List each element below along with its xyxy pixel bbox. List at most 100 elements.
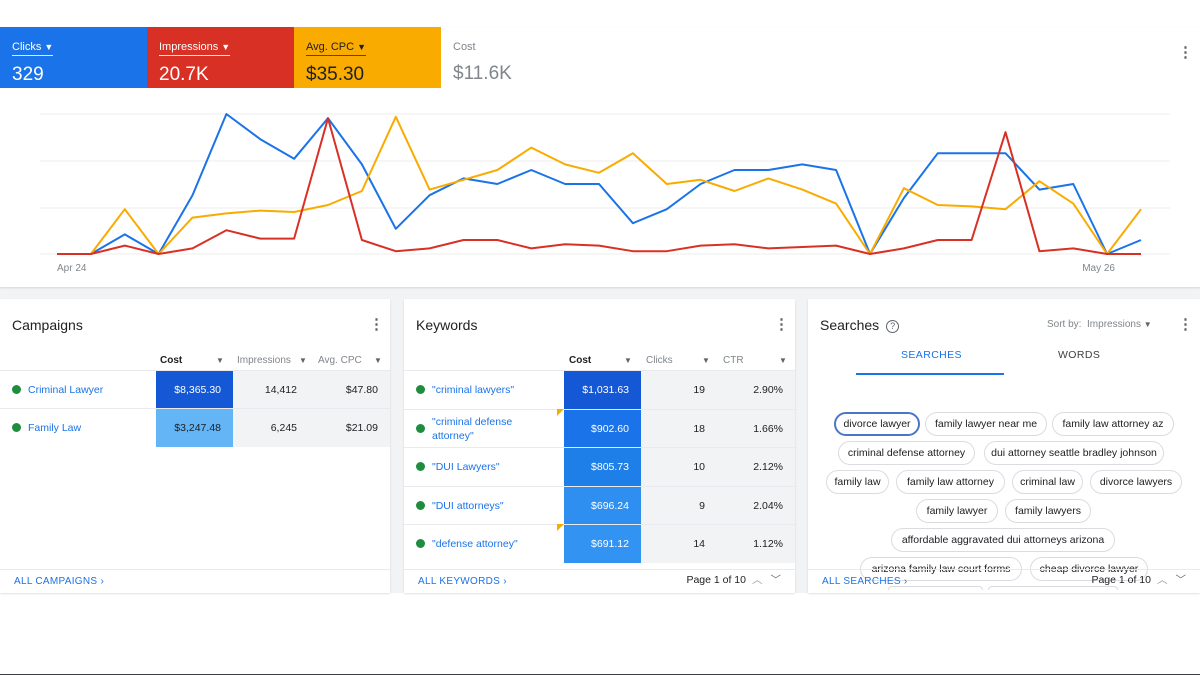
performance-line-chart: Apr 24 May 26 (40, 113, 1170, 274)
chevron-up-icon[interactable]: ︿ (752, 574, 763, 586)
metric-label: Impressions (159, 41, 219, 53)
all-searches-link[interactable]: ALL SEARCHES › (822, 576, 908, 587)
clicks-cell: 10 (641, 448, 717, 486)
search-term-chip[interactable]: affordable aggravated dui attorneys ariz… (891, 528, 1115, 552)
footer-link-label: ALL SEARCHES (822, 576, 901, 587)
footer-link-label: ALL KEYWORDS (418, 576, 501, 587)
caret-down-icon: ▼ (221, 42, 231, 52)
metric-tab-cost[interactable]: Cost $11.6K (441, 27, 588, 88)
column-header-label: Cost (569, 355, 592, 366)
search-term-chip[interactable]: family law (826, 470, 889, 494)
metric-value: 329 (12, 64, 44, 85)
keyword-text-link[interactable]: "DUI attorneys" (432, 499, 542, 513)
table-row[interactable]: "criminal lawyers" $1,031.63 19 2.90% (404, 370, 795, 409)
column-header-impressions[interactable]: Impressions ▼ (237, 355, 307, 366)
campaigns-card: Campaigns ⋮ Cost ▼ Impressions ▼ Avg. CPC ▼… (0, 299, 390, 593)
column-header-label: CTR (723, 355, 744, 366)
cost-cell: $902.60 (564, 409, 641, 448)
card-title: Keywords (416, 317, 478, 333)
search-term-chip[interactable]: family lawyer (916, 499, 998, 523)
column-header-label: Clicks (646, 355, 673, 366)
all-campaigns-link[interactable]: ALL CAMPAIGNS › (14, 576, 104, 587)
avg-cpc-cell: $47.80 (309, 371, 390, 409)
column-header-ctr[interactable]: CTR ▼ (723, 355, 787, 366)
help-icon[interactable]: ? (886, 320, 900, 333)
keyword-text-link[interactable]: "criminal defense attorney" (432, 415, 542, 443)
search-term-chip[interactable]: family law attorney az (1052, 412, 1174, 436)
search-term-chip[interactable]: divorce lawyers (1090, 470, 1182, 494)
table-row[interactable]: "defense attorney" $691.12 14 1.12% (404, 524, 795, 563)
ctr-cell: 1.66% (717, 409, 795, 448)
metric-tab-avg-cpc[interactable]: Avg. CPC ▼ $35.30 (294, 27, 441, 88)
more-vert-icon[interactable]: ⋮ (369, 317, 384, 332)
metric-value: $11.6K (453, 63, 512, 84)
caret-down-icon: ▼ (357, 42, 367, 52)
campaign-name-link[interactable]: Family Law (28, 421, 81, 435)
chevron-up-icon[interactable]: ︿ (1157, 574, 1168, 586)
ctr-cell: 1.12% (717, 525, 795, 563)
chevron-down-icon[interactable]: ﹀ (1176, 574, 1187, 586)
searches-tabs: SEARCHES WORDS (856, 349, 1156, 375)
chevron-right-icon: › (100, 576, 105, 587)
metric-tab-impressions[interactable]: Impressions ▼ 20.7K (147, 27, 294, 88)
metric-selector-clicks[interactable]: Clicks ▼ (12, 41, 54, 56)
annotation-flag-icon (557, 408, 564, 416)
column-header-cost[interactable]: Cost ▼ (160, 355, 224, 366)
table-row[interactable]: "criminal defense attorney" $902.60 18 1.66… (404, 408, 795, 448)
column-header-cost[interactable]: Cost ▼ (569, 355, 632, 366)
keyword-text-link[interactable]: "DUI Lawyers" (432, 460, 542, 474)
campaign-name-link[interactable]: Criminal Lawyer (28, 383, 103, 397)
x-axis-start-label: Apr 24 (57, 263, 87, 274)
search-term-chip[interactable]: family lawyer near me (925, 412, 1047, 436)
card-title-text: Searches (820, 317, 880, 333)
table-row[interactable]: Family Law $3,247.48 6,245 $21.09 (0, 408, 390, 447)
column-header-avg-cpc[interactable]: Avg. CPC ▼ (318, 355, 382, 366)
search-term-chip[interactable]: dui attorney seattle bradley johnson (984, 441, 1164, 465)
metric-value: $35.30 (306, 64, 365, 85)
all-keywords-link[interactable]: ALL KEYWORDS › (418, 576, 507, 587)
search-term-chip[interactable]: criminal defense attorney (838, 441, 975, 465)
column-header-label: Cost (160, 355, 183, 366)
chevron-right-icon: › (903, 576, 908, 587)
more-vert-icon[interactable]: ⋮ (1178, 317, 1193, 332)
table-row[interactable]: "DUI Lawyers" $805.73 10 2.12% (404, 447, 795, 486)
sort-by-value: Impressions (1087, 319, 1141, 330)
caret-down-icon: ▼ (44, 42, 54, 52)
metric-label: Avg. CPC (306, 41, 355, 53)
caret-down-icon: ▼ (1143, 320, 1152, 329)
keyword-text-link[interactable]: "defense attorney" (432, 537, 542, 551)
search-term-chip[interactable]: criminal law (1012, 470, 1083, 494)
metric-tab-clicks[interactable]: Clicks ▼ 329 (0, 27, 147, 88)
x-axis-end-label: May 26 (1082, 263, 1115, 274)
caret-down-icon: ▼ (779, 356, 787, 365)
sort-by-control[interactable]: Sort by: Impressions ▼ (1047, 319, 1152, 330)
more-vert-icon[interactable]: ⋮ (774, 317, 789, 332)
table-row[interactable]: "DUI attorneys" $696.24 9 2.04% (404, 485, 795, 525)
page-indicator: Page 1 of 10 (1091, 574, 1151, 586)
tab-searches[interactable]: SEARCHES (901, 349, 962, 361)
card-title: Campaigns (12, 317, 83, 333)
search-term-chip[interactable]: family lawyers (1005, 499, 1091, 523)
column-header-label: Impressions (237, 355, 291, 366)
column-header-clicks[interactable]: Clicks ▼ (646, 355, 710, 366)
search-term-chip[interactable]: family law attorney (896, 470, 1005, 494)
status-enabled-icon (416, 385, 425, 394)
table-row[interactable]: Criminal Lawyer $8,365.30 14,412 $47.80 (0, 370, 390, 409)
more-vert-icon[interactable]: ⋮ (1178, 45, 1193, 60)
metric-selector-avg-cpc[interactable]: Avg. CPC ▼ (306, 41, 367, 56)
footer-divider (0, 569, 390, 570)
dashboard-canvas: Clicks ▼ 329 Impressions ▼ 20.7K Avg. CPC ▼… (0, 27, 1200, 593)
clicks-cell: 19 (641, 371, 717, 409)
keyword-text-link[interactable]: "criminal lawyers" (432, 383, 542, 397)
metric-label: Clicks (12, 41, 42, 53)
chart-series-line-2 (57, 117, 1141, 255)
footer-divider (404, 569, 795, 570)
searches-card: Searches? Sort by: Impressions ▼ ⋮ SEARC… (808, 299, 1200, 593)
search-term-chip[interactable]: divorce lawyer (834, 412, 920, 436)
chevron-right-icon: › (503, 576, 507, 587)
chevron-down-icon[interactable]: ﹀ (771, 574, 782, 586)
tab-words[interactable]: WORDS (1058, 349, 1100, 361)
cost-cell: $1,031.63 (564, 371, 641, 409)
metric-selector-impressions[interactable]: Impressions ▼ (159, 41, 231, 56)
footer-link-label: ALL CAMPAIGNS (14, 576, 98, 587)
